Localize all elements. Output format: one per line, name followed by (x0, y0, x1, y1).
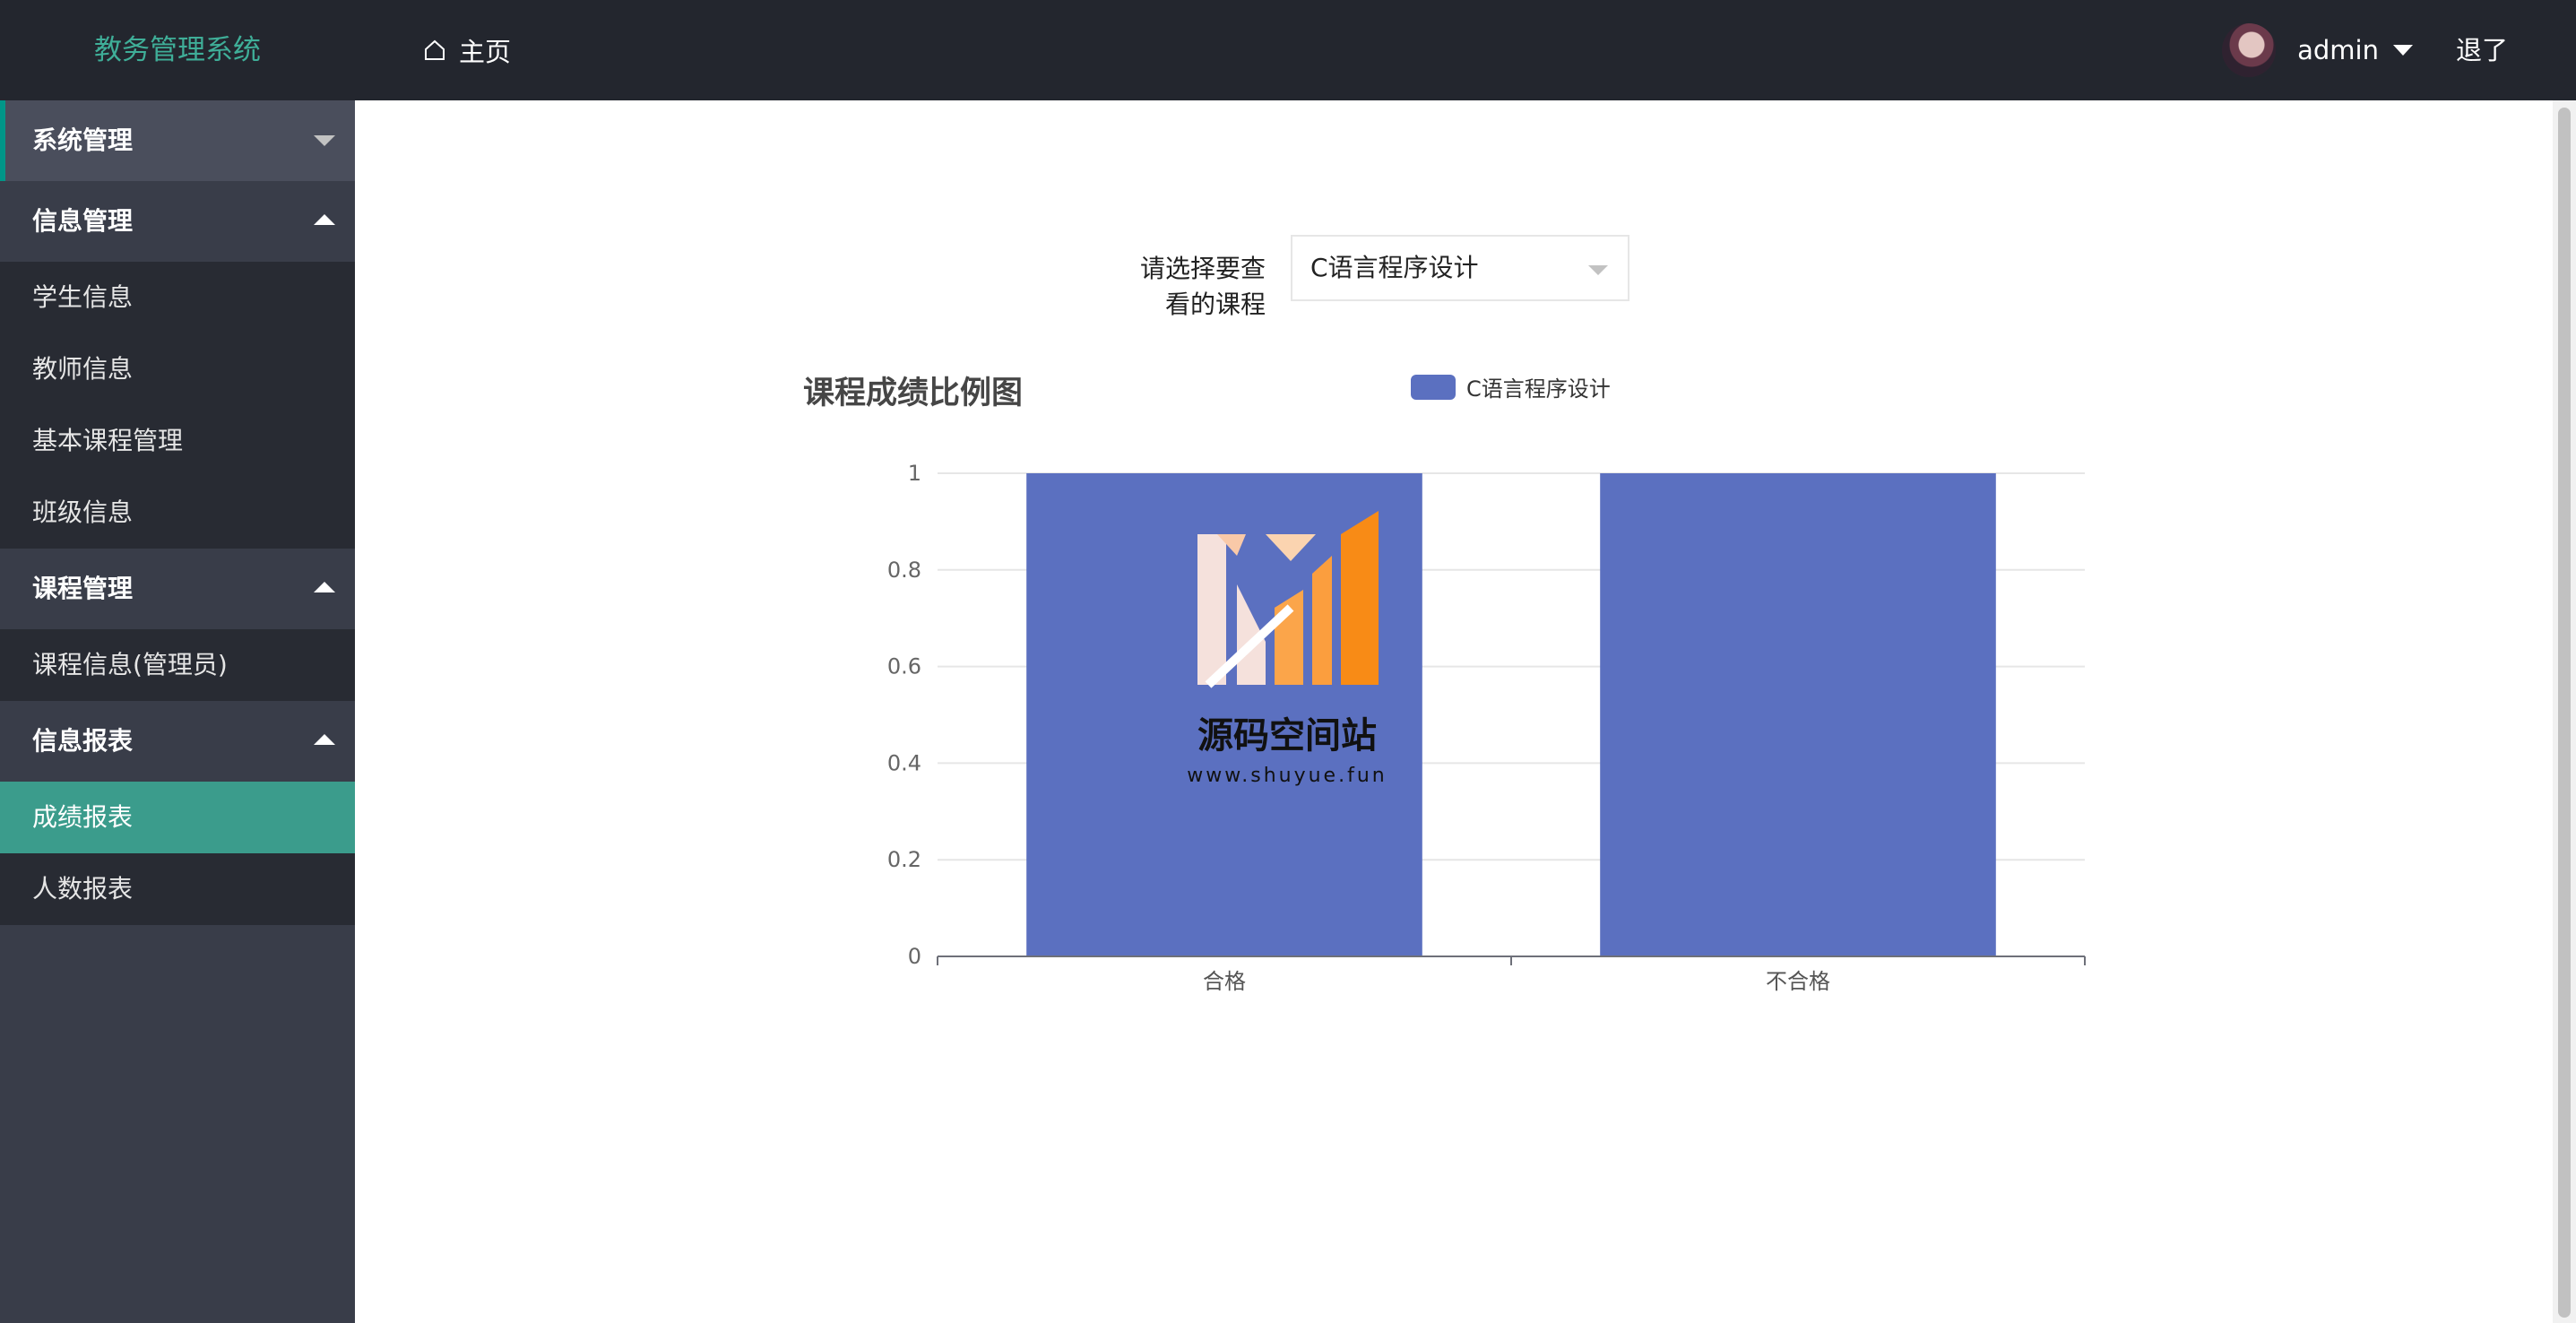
y-tick-label: 1 (908, 461, 921, 486)
y-tick-label: 0.8 (887, 558, 921, 583)
bar-1[interactable] (1600, 473, 1996, 956)
y-tick-label: 0.6 (887, 654, 921, 679)
x-tick-label: 合格 (1203, 969, 1246, 994)
y-tick-label: 0.4 (887, 750, 921, 775)
score-bar-chart: 0 0.2 0.4 0.6 0.8 1 合格 不合格 源码空间站 www.shuyue.fun (887, 461, 2086, 994)
y-tick-label: 0 (908, 944, 921, 969)
watermark-url: www.shuyue.fun (1187, 765, 1387, 787)
watermark-name: 源码空间站 (1197, 715, 1377, 757)
y-tick-label: 0.2 (887, 847, 921, 872)
x-tick-label: 不合格 (1766, 969, 1830, 994)
